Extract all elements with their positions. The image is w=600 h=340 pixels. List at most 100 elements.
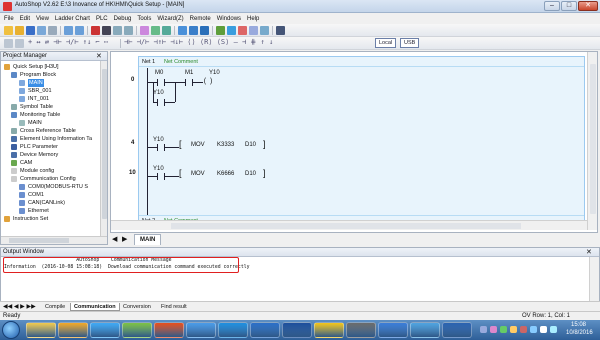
taskbar-app-autoshop-icon[interactable]	[378, 322, 408, 338]
run-icon[interactable]	[178, 26, 187, 35]
local-button[interactable]: Local	[375, 38, 397, 48]
layout-icon[interactable]	[15, 39, 24, 48]
grid-icon[interactable]	[4, 39, 13, 48]
monitor-icon[interactable]	[200, 26, 209, 35]
instruction-mov[interactable]: MOV	[191, 171, 205, 177]
save-all-icon[interactable]	[37, 26, 46, 35]
network-header-1[interactable]: Net 1 Net Comment	[139, 57, 584, 67]
window-icon[interactable]	[260, 26, 269, 35]
clock-time[interactable]: 15:08	[571, 322, 586, 328]
tray-antivirus-icon[interactable]	[490, 326, 497, 333]
operand-d10[interactable]: D10	[245, 171, 256, 177]
taskbar-app-settings-icon[interactable]	[442, 322, 472, 338]
clock-date[interactable]: 10/8/2016	[566, 330, 593, 336]
tray-sync-icon[interactable]	[500, 326, 507, 333]
line-tools-icons[interactable]: ⊣⊢ ⊣/⊢ ⊣↑⊢ ⊣↓⊢ ⟨⟩ ⟨R⟩ ⟨S⟩ — ⊣ ⋕ ↑ ↓	[124, 38, 273, 46]
menu-file[interactable]: File	[4, 16, 14, 22]
menu-view[interactable]: View	[36, 16, 49, 22]
contact-y10-branch[interactable]	[157, 99, 165, 106]
compile-icon[interactable]	[140, 26, 149, 35]
save-icon[interactable]	[26, 26, 35, 35]
paste-icon[interactable]	[124, 26, 133, 35]
usb-button[interactable]: USB	[400, 38, 420, 48]
compare-icon[interactable]	[238, 26, 247, 35]
close-button[interactable]: ✕	[578, 1, 598, 11]
taskbar-app-gray-icon[interactable]	[346, 322, 376, 338]
operand-k3333[interactable]: K3333	[217, 142, 234, 148]
tab-scroll-right-icon[interactable]: ▶	[122, 235, 127, 243]
tray-alert-icon[interactable]	[520, 326, 527, 333]
taskbar-app-terminal-icon[interactable]	[186, 322, 216, 338]
settings-icon[interactable]	[249, 26, 258, 35]
output-vertical-scrollbar[interactable]	[589, 257, 599, 305]
taskbar-app-outlook-icon[interactable]	[250, 322, 280, 338]
taskbar-app-chrome-icon[interactable]	[122, 322, 152, 338]
tab-main[interactable]: MAIN	[134, 234, 162, 245]
download-icon[interactable]	[216, 26, 225, 35]
menu-edit[interactable]: Edit	[20, 16, 30, 22]
maximize-button[interactable]: □	[561, 1, 577, 11]
editor-horizontal-scrollbar[interactable]	[111, 220, 587, 230]
taskbar-app-hmi-icon[interactable]	[410, 322, 440, 338]
upload-icon[interactable]	[227, 26, 236, 35]
menu-help[interactable]: Help	[247, 16, 259, 22]
menu-ladder-chart[interactable]: Ladder Chart	[55, 16, 90, 22]
tab-communication[interactable]: Communication	[70, 303, 120, 311]
contact-m1[interactable]	[185, 79, 193, 86]
convert-icon[interactable]	[162, 26, 171, 35]
taskbar-app-browser-icon[interactable]	[154, 322, 184, 338]
app-icon	[3, 2, 12, 11]
menu-debug[interactable]: Debug	[114, 16, 132, 22]
close-icon[interactable]: ✕	[96, 52, 102, 60]
network-comment[interactable]: Net Comment	[164, 59, 198, 65]
operand-d10[interactable]: D10	[245, 142, 256, 148]
project-tree-vertical-scrollbar[interactable]	[100, 61, 107, 236]
ladder-canvas[interactable]: Net 1 Net Comment 0 M0 M1 Y10 ( ) Y10 4 …	[129, 56, 585, 228]
tray-flag-icon[interactable]	[540, 326, 547, 333]
tab-find-result[interactable]: Find result	[158, 303, 190, 311]
print-icon[interactable]	[48, 26, 57, 35]
taskbar-app-explorer-icon[interactable]	[26, 322, 56, 338]
menu-wizard[interactable]: Wizard(Z)	[157, 16, 183, 22]
contact-y10-r4[interactable]	[157, 144, 165, 151]
tray-update-icon[interactable]	[510, 326, 517, 333]
compile-all-icon[interactable]	[151, 26, 160, 35]
redo-icon[interactable]	[75, 26, 84, 35]
minimize-button[interactable]: –	[544, 1, 560, 11]
tray-wifi-icon[interactable]	[550, 326, 557, 333]
cut-icon[interactable]	[91, 26, 100, 35]
ladder-editor[interactable]: Net 1 Net Comment 0 M0 M1 Y10 ( ) Y10 4 …	[110, 51, 598, 233]
open-folder-icon[interactable]	[15, 26, 24, 35]
tab-nav-icons[interactable]: ◀◀ ◀ ▶ ▶▶	[3, 303, 36, 310]
start-button[interactable]	[2, 321, 20, 339]
menu-plc[interactable]: PLC	[96, 16, 108, 22]
contact-m0[interactable]	[157, 79, 165, 86]
ladder-view-icon[interactable]	[276, 26, 285, 35]
copy-icon[interactable]	[113, 26, 122, 35]
menu-remote[interactable]: Remote	[190, 16, 211, 22]
tray-network-icon[interactable]	[480, 326, 487, 333]
editor-vertical-scrollbar[interactable]	[587, 52, 597, 230]
menu-tools[interactable]: Tools	[137, 16, 151, 22]
undo-icon[interactable]	[64, 26, 73, 35]
tab-scroll-left-icon[interactable]: ◀	[112, 235, 117, 243]
tab-compile[interactable]: Compile	[42, 303, 68, 311]
new-file-icon[interactable]	[4, 26, 13, 35]
stop-icon[interactable]	[189, 26, 198, 35]
close-icon[interactable]: ✕	[586, 248, 592, 256]
taskbar-app-skype-icon[interactable]	[218, 322, 248, 338]
taskbar-app-folder-icon[interactable]	[58, 322, 88, 338]
tab-conversion[interactable]: Conversion	[120, 303, 154, 311]
project-tree-horizontal-scrollbar[interactable]	[1, 236, 107, 244]
tray-volume-icon[interactable]	[530, 326, 537, 333]
instruction-mov[interactable]: MOV	[191, 142, 205, 148]
taskbar-app-word-icon[interactable]	[282, 322, 312, 338]
operand-k6666[interactable]: K6666	[217, 171, 234, 177]
menu-windows[interactable]: Windows	[217, 16, 241, 22]
taskbar-app-notes-icon[interactable]	[314, 322, 344, 338]
contact-y10-r10[interactable]	[157, 173, 165, 180]
coil-y10[interactable]: ( )	[203, 77, 213, 86]
insert-element-icons[interactable]: + ↔ ⇄ ⊣⊢ ⊣/⊢ ↑↓ ⌐ ⋯	[28, 38, 108, 46]
taskbar-app-ie-icon[interactable]	[90, 322, 120, 338]
find-icon[interactable]	[102, 26, 111, 35]
